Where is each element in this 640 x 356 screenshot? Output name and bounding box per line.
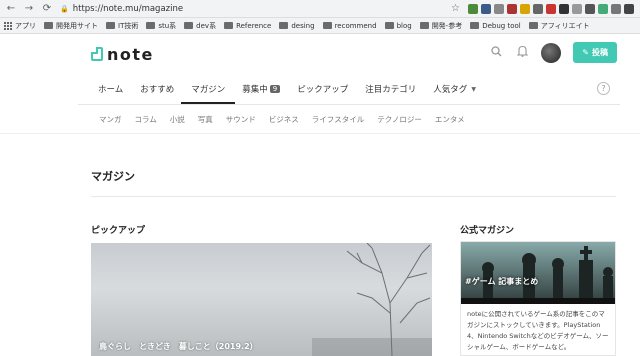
subtab-manga[interactable]: マンガ [99, 114, 122, 125]
apps-grid-icon [4, 21, 12, 30]
bookmark-folder[interactable]: Reference [224, 22, 271, 30]
subtab-photo[interactable]: 写真 [198, 114, 213, 125]
bell-icon[interactable] [515, 45, 529, 60]
bookmark-folder[interactable]: desing [279, 22, 315, 30]
address-bar[interactable]: 🔒 https://note.mu/magazine [60, 4, 183, 14]
extension-icon[interactable] [572, 3, 582, 14]
lock-icon: 🔒 [60, 4, 69, 13]
subtab-entertainment[interactable]: エンタメ [435, 114, 465, 125]
bookmark-folder[interactable]: アフィリエイト [528, 21, 590, 31]
count-badge: 9 [269, 85, 281, 93]
pencil-icon: ✎ [582, 48, 589, 57]
extension-icon[interactable] [468, 3, 478, 14]
official-magazine-heading: 公式マガジン [460, 226, 515, 236]
extension-icon[interactable] [507, 3, 517, 14]
hero-caption: 鳥ぐらし ときどき 暮しこと（2019.2） [99, 342, 258, 351]
extension-icon[interactable] [598, 3, 608, 14]
bookmark-folder[interactable]: 開発-参考 [419, 21, 462, 31]
forward-icon[interactable]: → [24, 3, 34, 14]
reload-icon[interactable]: ⟳ [42, 3, 52, 14]
magazine-card-description: noteに公開されているゲーム系の記事をこのマガジンにストックしていきます。Pl… [467, 310, 609, 351]
caret-down-icon: ▼ [471, 85, 476, 93]
extensions [468, 3, 634, 14]
tree-branches-image [312, 243, 432, 356]
tab-popular-tags[interactable]: 人気タグ ▼ [433, 74, 476, 104]
extension-icon[interactable] [533, 3, 543, 14]
magazine-card-title: #ゲーム 記事まとめ [465, 277, 539, 286]
subtab-lifestyle[interactable]: ライフスタイル [312, 114, 365, 125]
folder-icon [322, 22, 332, 29]
bookmark-folder[interactable]: stu系 [146, 21, 176, 31]
site-header: note ✎ 投稿 [0, 34, 640, 74]
subtab-sound[interactable]: サウンド [226, 114, 256, 125]
tab-recommended[interactable]: おすすめ [140, 74, 174, 104]
note-logo[interactable]: note [91, 45, 154, 64]
bookmark-folder[interactable]: 開発用サイト [44, 21, 98, 31]
folder-icon [419, 22, 429, 29]
main-tabs: ホーム おすすめ マガジン 募集中 9 ピックアップ 注目カテゴリ 人気タグ ▼ ? [0, 74, 640, 104]
browser-toolbar: ← → ⟳ 🔒 https://note.mu/magazine ☆ [0, 0, 640, 18]
extension-icon[interactable] [585, 3, 595, 14]
title-divider [91, 196, 616, 197]
tab-recruiting[interactable]: 募集中 9 [242, 74, 281, 104]
official-magazine-card[interactable]: #ゲーム 記事まとめ noteに公開されているゲーム系の記事をこのマガジンにスト… [460, 241, 616, 356]
tab-home[interactable]: ホーム [98, 74, 123, 104]
avatar[interactable] [541, 42, 562, 63]
pickup-heading: ピックアップ [91, 226, 146, 236]
folder-icon [106, 22, 115, 29]
note-logo-icon [91, 47, 103, 61]
folder-icon [44, 22, 53, 29]
tab-pickup[interactable]: ピックアップ [297, 74, 348, 104]
subtabs-divider [0, 133, 640, 134]
extension-icon[interactable] [559, 3, 569, 14]
extension-icon[interactable] [611, 3, 621, 14]
bookmark-folder[interactable]: recommend [322, 22, 377, 30]
folder-icon [224, 22, 234, 29]
subtab-technology[interactable]: テクノロジー [377, 114, 422, 125]
page-title: マガジン [91, 170, 135, 183]
pickup-hero-card[interactable]: 鳥ぐらし ときどき 暮しこと（2019.2） [91, 243, 432, 356]
folder-icon [528, 22, 538, 29]
extension-icon[interactable] [481, 3, 491, 14]
extension-icon[interactable] [494, 3, 504, 14]
extension-icon[interactable] [624, 3, 634, 14]
bookmark-folder[interactable]: Debug tool [470, 22, 521, 30]
subtab-column[interactable]: コラム [135, 114, 157, 125]
folder-icon [384, 22, 394, 29]
bookmarks-bar: アプリ 開発用サイト IT技術 stu系 dev系 Reference desi… [0, 18, 640, 34]
folder-icon [146, 22, 156, 29]
subtab-business[interactable]: ビジネス [269, 114, 299, 125]
subtab-novel[interactable]: 小説 [170, 114, 185, 125]
folder-icon [184, 22, 194, 29]
search-icon[interactable] [489, 45, 503, 60]
back-icon[interactable]: ← [6, 3, 16, 14]
bookmark-star-icon[interactable]: ☆ [451, 3, 460, 14]
extension-icon[interactable] [546, 3, 556, 14]
folder-icon [470, 22, 480, 29]
bookmark-folder[interactable]: dev系 [184, 21, 216, 31]
help-icon[interactable]: ? [597, 82, 610, 95]
bookmark-folder[interactable]: IT技術 [106, 21, 138, 31]
tab-featured-category[interactable]: 注目カテゴリ [365, 74, 416, 104]
warning-icon[interactable] [520, 3, 530, 14]
url-text[interactable]: https://note.mu/magazine [73, 4, 183, 14]
folder-icon [279, 22, 289, 29]
bookmark-apps[interactable]: アプリ [4, 21, 36, 31]
tab-magazine[interactable]: マガジン [181, 74, 236, 104]
category-subtabs: マンガ コラム 小説 写真 サウンド ビジネス ライフスタイル テクノロジー エ… [0, 105, 640, 133]
bookmark-folder[interactable]: blog [384, 22, 412, 30]
chess-pieces-image: #ゲーム 記事まとめ [461, 242, 615, 304]
post-button[interactable]: ✎ 投稿 [573, 42, 617, 63]
